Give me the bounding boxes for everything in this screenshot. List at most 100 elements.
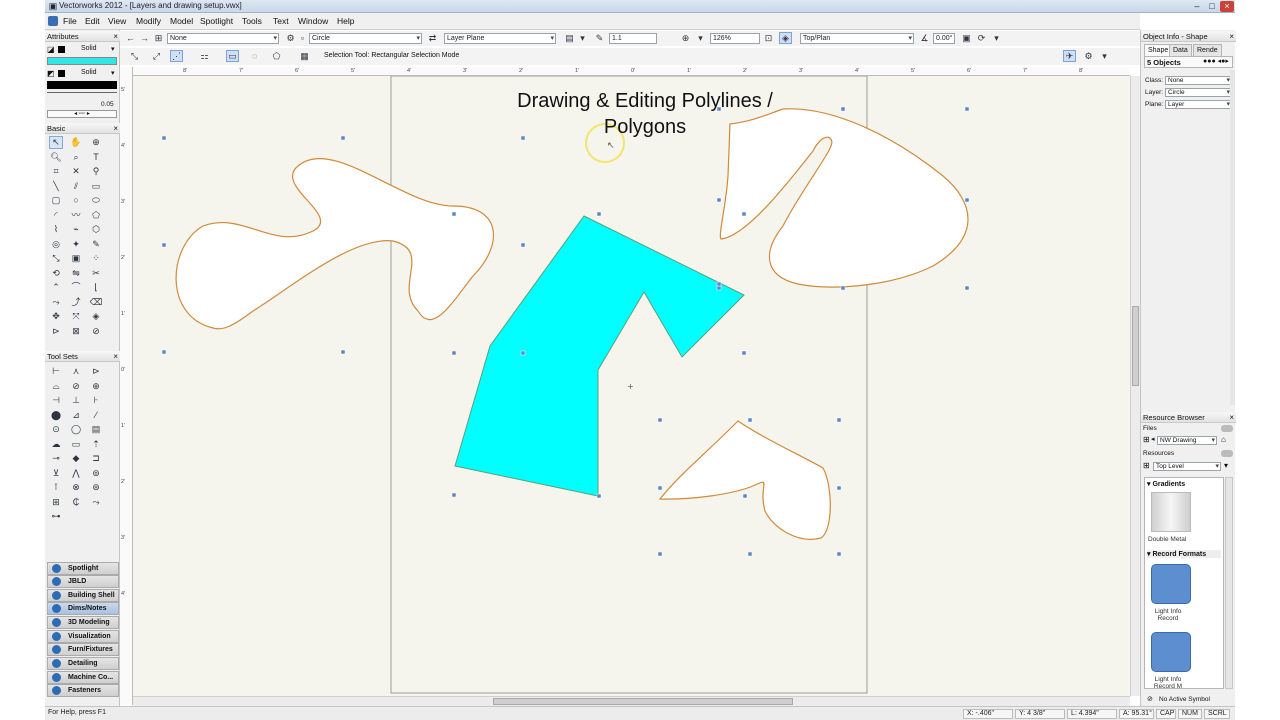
pen-color-swatch[interactable] (47, 81, 117, 89)
menu-help[interactable]: Help (337, 16, 354, 26)
class-field[interactable]: None (1165, 76, 1232, 85)
toolset-detailing[interactable]: Detailing (47, 657, 119, 670)
vertical-scrollbar[interactable] (1130, 76, 1140, 696)
title-block-icon[interactable]: ▭ (69, 438, 83, 451)
text-tool-icon[interactable]: T (89, 151, 103, 164)
arc-length-dim-icon[interactable]: ⌓ (49, 380, 63, 393)
grid-bubble-icon[interactable]: ▤ (89, 423, 103, 436)
mode-select-icon[interactable]: ⤡ (128, 50, 141, 62)
menu-model[interactable]: Model (170, 16, 193, 26)
selection-handle[interactable] (451, 492, 457, 498)
record-format-m-icon[interactable] (1151, 632, 1191, 672)
selection-handle[interactable] (836, 485, 842, 491)
fillet-tool-icon[interactable]: ⌒ (69, 281, 83, 294)
pen-weight-field[interactable]: 1.1 (609, 33, 657, 44)
rotate-tool-icon[interactable]: ⟲ (49, 267, 63, 280)
toolset-spotlight[interactable]: Spotlight (47, 562, 119, 575)
tab-shape[interactable]: Shape (1144, 44, 1173, 56)
fill-style-arrow-icon[interactable]: ▾ (111, 45, 115, 53)
selection-tool-icon[interactable]: ↖ (49, 136, 63, 149)
zoom-icon[interactable]: ⊕ (679, 32, 692, 44)
mode-snap-icon[interactable]: ⚏ (198, 50, 211, 62)
interior-elev-icon[interactable]: ⊐ (89, 452, 103, 465)
x-mark-tool-icon[interactable]: ✕ (69, 165, 83, 178)
minimize-icon[interactable]: – (1190, 1, 1204, 12)
polygon-tool-icon[interactable]: ⬠ (89, 209, 103, 222)
files-toggle[interactable] (1221, 425, 1233, 432)
pen-color-chip[interactable] (58, 70, 65, 77)
data-stamp-icon[interactable]: ⊛ (89, 481, 103, 494)
home-icon[interactable]: ⌂ (1221, 435, 1226, 444)
settings-arrow-icon[interactable]: ▾ (1098, 50, 1111, 62)
vertex-tool-icon[interactable]: ⊳ (49, 325, 63, 338)
resource-list-scrollbar[interactable] (1225, 477, 1233, 689)
selection-handle[interactable] (716, 197, 722, 203)
layer-icon[interactable]: ⇄ (426, 32, 439, 44)
selection-handle[interactable] (836, 417, 842, 423)
drawing-area[interactable]: ↖ + Drawing & Editing Polylines / Polygo… (133, 76, 1130, 696)
freehand-tool-icon[interactable]: 〰 (69, 209, 83, 222)
stair-marker-icon[interactable]: ⊺ (49, 481, 63, 494)
split-tool-icon[interactable]: ✂ (89, 267, 103, 280)
section-marker-icon[interactable]: ⊙ (49, 423, 63, 436)
dimension-tool-icon[interactable]: ⊠ (69, 325, 83, 338)
connect-tool-icon[interactable]: ⤴ (69, 296, 83, 309)
clip-tool-icon[interactable]: ⤳ (49, 296, 63, 309)
move-tool-icon[interactable]: ✥ (49, 310, 63, 323)
toolset-building-shell[interactable]: Building Shell (47, 589, 119, 602)
attribute-mapping-icon[interactable]: ⚲ (89, 165, 103, 178)
legend-icon[interactable]: ₵ (69, 496, 83, 509)
diameter-dim-icon[interactable]: ⊘ (69, 380, 83, 393)
cyan-polygon[interactable] (454, 215, 745, 497)
drawing-svg[interactable]: ↖ + (133, 76, 1130, 696)
resources-toggle[interactable] (1221, 450, 1233, 457)
revision-cloud-icon[interactable]: ☁ (49, 438, 63, 451)
color-swatch-icon[interactable]: ▫ (296, 32, 309, 44)
spring-tool-icon[interactable]: ◎ (49, 238, 63, 251)
rotate-icon[interactable]: ∡ (918, 32, 931, 44)
freeform-polyline-left[interactable] (175, 158, 495, 330)
snap-to-object-icon[interactable]: ✈ (1063, 50, 1076, 62)
fill-color-chip[interactable] (58, 46, 65, 53)
menu-text[interactable]: Text (273, 16, 289, 26)
refresh-icon[interactable]: ⟳ (975, 32, 988, 44)
flyover-tool-icon[interactable]: ⊕ (89, 136, 103, 149)
forward-arrow-icon[interactable]: → (138, 32, 151, 44)
selection-handle[interactable] (716, 281, 722, 287)
fill-select[interactable]: Circle (309, 33, 422, 44)
measure-tool-icon[interactable]: ⊘ (89, 325, 103, 338)
line-weight-value[interactable]: 0.05 (101, 101, 114, 108)
resources-menu-icon[interactable]: ⊞ (1143, 461, 1150, 470)
radial-dim-icon[interactable]: ⊳ (89, 365, 103, 378)
tab-data[interactable]: Data (1169, 44, 1192, 56)
tab-render[interactable]: Rende (1193, 44, 1222, 56)
scale-bar-icon[interactable]: ⊚ (89, 467, 103, 480)
fill-style-label[interactable]: Solid (81, 45, 97, 52)
pan-tool-icon[interactable]: ✋ (69, 136, 83, 149)
selection-handle[interactable] (964, 285, 970, 291)
layer-field[interactable]: Circle (1165, 88, 1232, 97)
stipple-tool-icon[interactable]: ⁘ (89, 252, 103, 265)
object-info-scrollbar[interactable] (1230, 70, 1235, 405)
pen-style-arrow-icon[interactable]: ▾ (111, 69, 115, 77)
selection-handle[interactable] (742, 493, 748, 499)
menu-window[interactable]: Window (298, 16, 328, 26)
menu-file[interactable]: File (63, 16, 77, 26)
menu-spotlight[interactable]: Spotlight (200, 16, 233, 26)
angular-dim-icon[interactable]: ⋏ (69, 365, 83, 378)
drawing-heading[interactable]: Drawing & Editing Polylines / Polygons (495, 88, 795, 140)
mode-preferences-icon[interactable]: ▦ (298, 50, 311, 62)
menu-modify[interactable]: Modify (136, 16, 161, 26)
mode-transform-icon[interactable]: ⤢ (150, 50, 163, 62)
eraser-tool-icon[interactable]: ⌫ (89, 296, 103, 309)
selection-handle[interactable] (340, 349, 346, 355)
selection-handle[interactable] (451, 211, 457, 217)
view-mode-icon[interactable]: ◈ (779, 32, 792, 44)
pen-icon[interactable]: ✎ (593, 32, 606, 44)
zoom-step-icon[interactable]: ⊡ (762, 32, 775, 44)
layer-plane-select[interactable]: Layer Plane (444, 33, 556, 44)
detail-callout-icon[interactable]: ◯ (69, 423, 83, 436)
resource-list[interactable]: ▾ Gradients Double Metal ▾ Record Format… (1144, 477, 1224, 690)
lasso-selection-icon[interactable]: ◌ (248, 50, 261, 62)
selection-handle[interactable] (161, 242, 167, 248)
